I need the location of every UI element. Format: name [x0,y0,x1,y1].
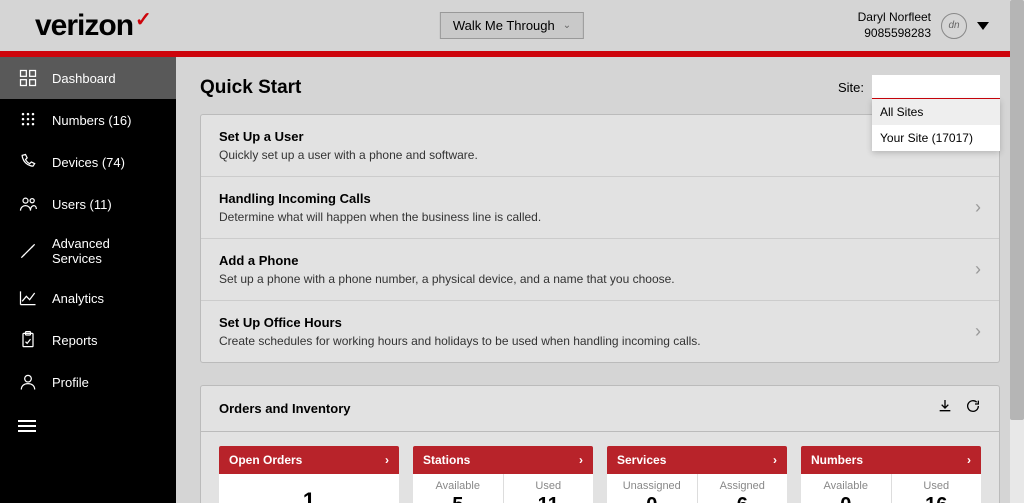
user-menu[interactable]: Daryl Norfleet 9085598283 dn [858,10,989,41]
logo[interactable]: verizon ✓ [35,9,151,43]
site-selector: Site: All Sites Your Site (17017) [838,75,1000,100]
site-dropdown: All Sites Your Site (17017) [872,99,1000,151]
sidebar-label: Devices (74) [52,155,125,170]
user-id: 9085598283 [858,26,931,42]
sidebar-item-reports[interactable]: Reports [0,319,176,361]
sidebar: Dashboard Numbers (16) Devices (74) User… [0,57,176,503]
qs-row-title: Handling Incoming Calls [219,191,975,206]
qs-row-title: Set Up Office Hours [219,315,975,330]
inv-card-services[interactable]: Services › Unassigned 0 Assigned 6 [607,446,787,503]
qs-row-office-hours[interactable]: Set Up Office Hours Create schedules for… [201,301,999,362]
hamburger-menu-icon[interactable] [0,403,176,449]
chevron-right-icon: › [385,453,389,467]
sidebar-item-numbers[interactable]: Numbers (16) [0,99,176,141]
sidebar-label: Advanced Services [52,236,158,266]
site-option-your[interactable]: Your Site (17017) [872,125,1000,151]
sidebar-item-analytics[interactable]: Analytics [0,277,176,319]
inventory-title: Orders and Inventory [219,401,925,416]
inv-value: 1 [219,474,399,503]
inv-cell-value: 16 [896,494,978,503]
inv-card-title: Numbers [811,453,863,467]
main-content: Quick Start Site: All Sites Your Site (1… [176,57,1024,503]
sidebar-label: Analytics [52,291,104,306]
walk-through-label: Walk Me Through [453,18,555,33]
sidebar-label: Profile [52,375,89,390]
inv-cell-label: Assigned [702,480,784,492]
inv-card-title: Stations [423,453,470,467]
chevron-right-icon: › [579,453,583,467]
sidebar-item-devices[interactable]: Devices (74) [0,141,176,183]
page-scrollbar[interactable] [1010,0,1024,503]
scrollbar-thumb[interactable] [1010,0,1024,420]
qs-row-title: Add a Phone [219,253,975,268]
quick-start-card: Set Up a User Quickly set up a user with… [200,114,1000,363]
users-icon [18,194,38,214]
chevron-right-icon: › [975,197,981,218]
qs-row-title: Set Up a User [219,129,975,144]
sidebar-item-users[interactable]: Users (11) [0,183,176,225]
qs-row-incoming-calls[interactable]: Handling Incoming Calls Determine what w… [201,177,999,239]
inv-cell-value: 5 [417,494,499,503]
site-option-all[interactable]: All Sites [872,99,1000,125]
tools-icon [18,241,38,261]
page-title: Quick Start [200,77,301,99]
sidebar-label: Users (11) [52,197,112,212]
user-info: Daryl Norfleet 9085598283 [858,10,931,41]
logo-text: verizon [35,9,133,43]
header: verizon ✓ Walk Me Through ⌄ Daryl Norfle… [0,0,1024,51]
sidebar-item-dashboard[interactable]: Dashboard [0,57,176,99]
walk-me-through-dropdown[interactable]: Walk Me Through ⌄ [440,12,584,39]
sidebar-item-profile[interactable]: Profile [0,361,176,403]
inv-cell-label: Used [896,480,978,492]
site-input[interactable] [872,75,1000,100]
qs-row-desc: Create schedules for working hours and h… [219,334,975,348]
qs-row-desc: Set up a phone with a phone number, a ph… [219,272,975,286]
inv-card-title: Open Orders [229,453,302,467]
dialpad-icon [18,110,38,130]
refresh-icon[interactable] [965,398,981,419]
inv-cell-label: Available [805,480,887,492]
site-label: Site: [838,80,864,95]
inv-cell-value: 11 [508,494,590,503]
inventory-section: Orders and Inventory Open Orders › 1 Stat… [200,385,1000,503]
sidebar-label: Reports [52,333,98,348]
chevron-right-icon: › [975,321,981,342]
chevron-right-icon: › [975,259,981,280]
clipboard-icon [18,330,38,350]
user-name: Daryl Norfleet [858,10,931,26]
grid-icon [18,68,38,88]
inv-card-title: Services [617,453,666,467]
inv-card-numbers[interactable]: Numbers › Available 0 Used 16 [801,446,981,503]
chevron-down-icon: ⌄ [563,20,571,31]
qs-row-add-phone[interactable]: Add a Phone Set up a phone with a phone … [201,239,999,301]
inv-cell-label: Available [417,480,499,492]
sidebar-item-advanced[interactable]: Advanced Services [0,225,176,277]
phone-icon [18,152,38,172]
chevron-right-icon: › [967,453,971,467]
inv-cell-label: Unassigned [611,480,693,492]
logo-checkmark-icon: ✓ [135,7,151,32]
download-icon[interactable] [937,398,953,419]
chevron-right-icon: › [773,453,777,467]
sidebar-label: Numbers (16) [52,113,131,128]
avatar: dn [941,13,967,39]
caret-down-icon[interactable] [977,22,989,30]
chart-icon [18,288,38,308]
qs-row-desc: Quickly set up a user with a phone and s… [219,148,975,162]
sidebar-label: Dashboard [52,71,116,86]
inv-cell-value: 6 [702,494,784,503]
inv-cell-label: Used [508,480,590,492]
qs-row-desc: Determine what will happen when the busi… [219,210,975,224]
inv-cell-value: 0 [611,494,693,503]
profile-icon [18,372,38,392]
inv-card-open-orders[interactable]: Open Orders › 1 [219,446,399,503]
inv-card-stations[interactable]: Stations › Available 5 Used 11 [413,446,593,503]
inv-cell-value: 0 [805,494,887,503]
